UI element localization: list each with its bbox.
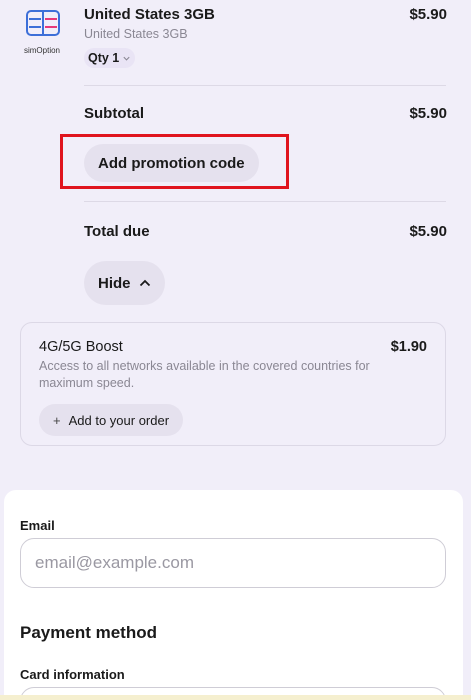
hide-button[interactable]: Hide <box>84 261 165 305</box>
subtotal-value: $5.90 <box>409 105 447 122</box>
divider <box>84 85 446 86</box>
logo-text: simOption <box>23 46 60 55</box>
chevron-up-icon <box>139 279 150 287</box>
product-name: United States 3GB <box>84 6 215 23</box>
email-field[interactable] <box>20 538 446 588</box>
product-price: $5.90 <box>409 6 447 23</box>
card-information-label: Card information <box>20 667 125 682</box>
plus-icon: + <box>53 412 61 428</box>
addon-description: Access to all networks available in the … <box>39 359 370 390</box>
addon-card: 4G/5G Boost $1.90 Access to all networks… <box>20 322 446 446</box>
divider <box>84 201 446 202</box>
payment-method-heading: Payment method <box>20 623 157 642</box>
subtotal-label: Subtotal <box>84 105 144 122</box>
payment-form: Email Payment method Card information <box>4 490 463 700</box>
order-summary: simOption United States 3GB United State… <box>0 0 471 490</box>
quantity-label: Qty 1 <box>88 51 120 65</box>
total-due-label: Total due <box>84 223 150 240</box>
add-to-order-label: Add to your order <box>68 412 170 428</box>
quantity-selector[interactable]: Qty 1 <box>84 48 136 68</box>
total-due-value: $5.90 <box>409 223 447 240</box>
hide-label: Hide <box>98 274 131 292</box>
sim-card-icon <box>26 10 60 36</box>
bottom-bar <box>0 695 471 700</box>
product-logo: simOption <box>20 8 64 56</box>
addon-price: $1.90 <box>390 339 427 355</box>
add-promotion-code-button[interactable]: Add promotion code <box>84 144 259 182</box>
add-to-order-button[interactable]: + Add to your order <box>39 404 184 436</box>
email-label: Email <box>20 518 55 533</box>
product-subtitle: United States 3GB <box>84 27 188 41</box>
addon-title: 4G/5G Boost <box>39 339 123 355</box>
chevron-down-icon <box>123 56 130 61</box>
